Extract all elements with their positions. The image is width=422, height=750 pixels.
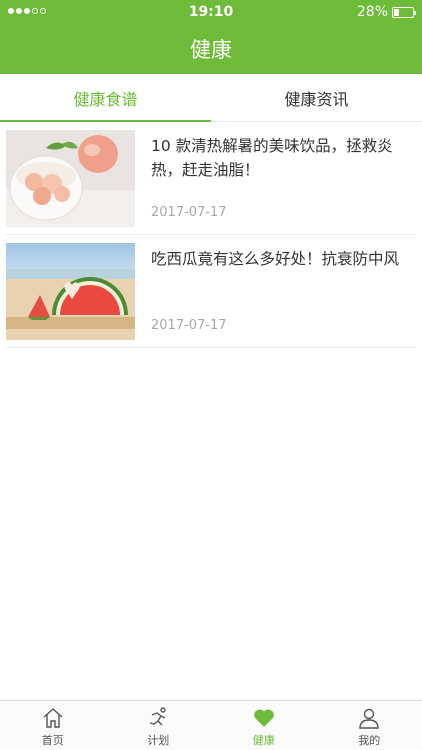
bottom-tab-bar: 首页 计划 健康 我的: [0, 700, 422, 750]
article-title: 10 款清热解暑的美味饮品，拯救炎热，赶走油脂！: [151, 137, 393, 179]
page-title: 健康: [190, 38, 232, 62]
tab-mine[interactable]: 我的: [317, 701, 422, 750]
status-bar: 19:10 28%: [0, 0, 422, 24]
article-list: 10 款清热解暑的美味饮品，拯救炎热，赶走油脂！ 2017-07-17 吃西瓜竟…: [0, 122, 422, 348]
battery-percent: 28%: [356, 4, 388, 20]
tab-home-label: 首页: [41, 734, 64, 747]
tab-home[interactable]: 首页: [0, 701, 106, 750]
tab-plan-label: 计划: [147, 734, 170, 747]
home-icon: [43, 708, 63, 728]
category-tabs: 健康食谱 健康资讯: [0, 74, 422, 122]
person-icon: [359, 708, 379, 729]
list-item[interactable]: 吃西瓜竟有这么多好处！抗衰防中风 2017-07-17: [6, 235, 416, 348]
tab-mine-label: 我的: [358, 734, 381, 747]
tab-health-news[interactable]: 健康资讯: [211, 74, 422, 121]
battery-icon: [392, 6, 416, 18]
article-thumbnail: [6, 130, 135, 227]
tab-health[interactable]: 健康: [211, 701, 317, 750]
tab-plan[interactable]: 计划: [106, 701, 212, 750]
navigation-bar: 健康: [0, 24, 422, 74]
heart-icon: [253, 709, 274, 727]
tab-health-recipes[interactable]: 健康食谱: [0, 74, 211, 122]
tab-health-label: 健康: [252, 734, 275, 747]
list-item[interactable]: 10 款清热解暑的美味饮品，拯救炎热，赶走油脂！ 2017-07-17: [6, 122, 416, 235]
article-date: 2017-07-17: [151, 318, 227, 333]
article-title: 吃西瓜竟有这么多好处！抗衰防中风: [151, 250, 400, 268]
running-icon: [150, 707, 166, 726]
article-date: 2017-07-17: [151, 205, 227, 220]
article-thumbnail: [6, 243, 135, 340]
battery-indicator: 28%: [356, 4, 416, 20]
